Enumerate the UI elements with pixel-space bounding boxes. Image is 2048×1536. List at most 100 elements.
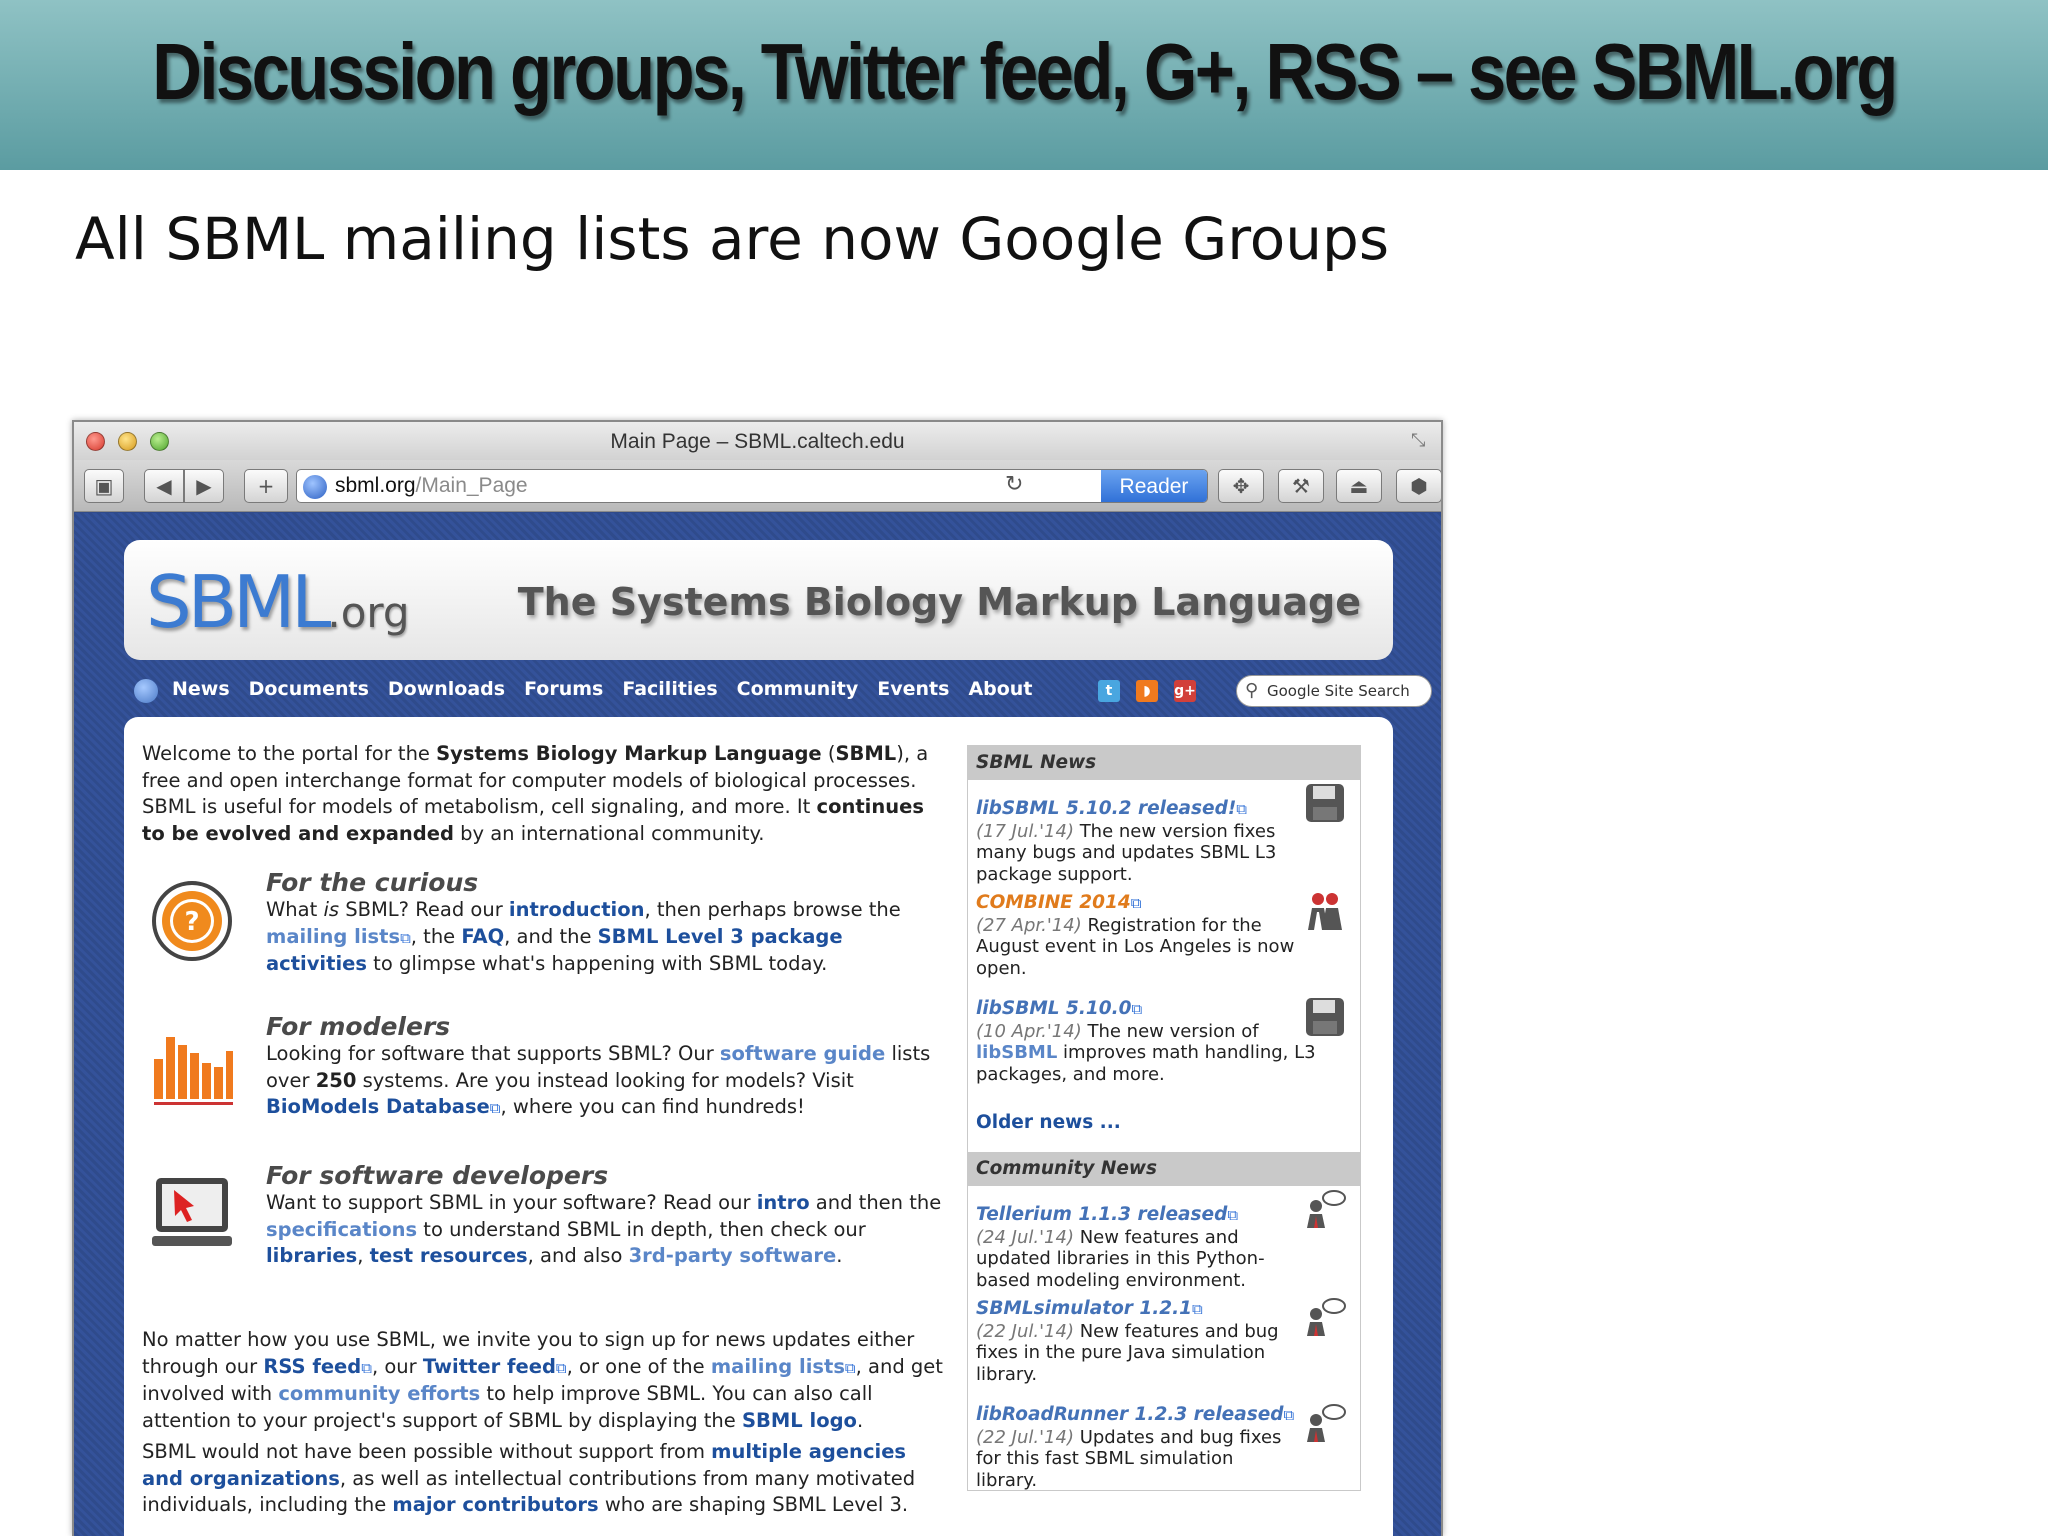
nav-links: News Documents Downloads Forums Faciliti… — [172, 678, 1032, 700]
shield-icon: ⬢ — [1410, 474, 1428, 498]
news-date: (10 Apr.'14) — [976, 1020, 1082, 1042]
nav-downloads[interactable]: Downloads — [388, 678, 505, 700]
add-bookmark-icon: + — [257, 474, 275, 498]
floppy-disk-icon — [1306, 998, 1344, 1036]
support-text: SBML would not have been possible withou… — [142, 1440, 712, 1463]
news-item: libSBML 5.10.0⧉ (10 Apr.'14) The new ver… — [968, 994, 1360, 1112]
svg-text:?: ? — [184, 907, 199, 937]
nav-about[interactable]: About — [968, 678, 1032, 700]
feature-developers-title: For software developers — [266, 1161, 609, 1190]
nav-community[interactable]: Community — [737, 678, 859, 700]
support-text: who are shaping SBML Level 3. — [598, 1493, 909, 1516]
major-contributors-link[interactable]: major contributors — [392, 1493, 598, 1516]
mailing-lists-link[interactable]: mailing lists — [711, 1355, 845, 1378]
feature-text: , and also — [527, 1244, 629, 1267]
news-title-link[interactable]: COMBINE 2014 — [976, 892, 1131, 913]
software-guide-link[interactable]: software guide — [720, 1042, 885, 1065]
feature-text: , then perhaps browse the — [644, 898, 901, 921]
bar-chart-icon — [154, 1037, 233, 1105]
sidebar-toggle-button[interactable]: ▣ — [84, 469, 124, 503]
web-page: SBML.org The Systems Biology Markup Lang… — [74, 513, 1441, 1536]
specifications-link[interactable]: specifications — [266, 1218, 417, 1241]
hammer-icon: ⚒ — [1292, 474, 1310, 498]
intro-text: ( — [821, 742, 836, 765]
extension-button[interactable]: ✥ — [1218, 469, 1264, 503]
news-date: (24 Jul.'14) — [976, 1226, 1074, 1248]
signup-text: , or one of the — [566, 1354, 711, 1378]
person-speech-icon — [1307, 1298, 1346, 1336]
feature-text: , where you can find hundreds! — [500, 1095, 805, 1118]
feature-text: Looking for software that supports SBML?… — [266, 1042, 720, 1065]
test-resources-link[interactable]: test resources — [370, 1244, 528, 1267]
clean-icon: ⏏ — [1349, 474, 1369, 498]
intro-link[interactable]: intro — [757, 1191, 810, 1214]
site-banner: SBML.org The Systems Biology Markup Lang… — [124, 540, 1393, 660]
libsbml-link[interactable]: libSBML — [976, 1042, 1057, 1063]
nav-documents[interactable]: Documents — [249, 678, 369, 700]
intro-text: Welcome to the portal for the — [142, 742, 437, 765]
nav-news[interactable]: News — [172, 678, 230, 700]
news-title-link[interactable]: libSBML 5.10.2 released! — [976, 798, 1236, 819]
forward-button[interactable]: ▶ — [184, 469, 224, 503]
mailing-lists-link[interactable]: mailing lists — [266, 925, 400, 948]
back-button[interactable]: ◀ — [144, 469, 184, 503]
nav-facilities[interactable]: Facilities — [622, 678, 717, 700]
slide: Discussion groups, Twitter feed, G+, RSS… — [0, 0, 2048, 1536]
news-sidebar: SBML News libSBML 5.10.2 released!⧉ (17 … — [967, 745, 1361, 1491]
clean-button[interactable]: ⏏ — [1336, 469, 1382, 503]
intro-paragraph: Welcome to the portal for the Systems Bi… — [142, 741, 947, 847]
address-url: sbml.org/Main_Page — [335, 474, 528, 498]
community-news-title-link[interactable]: libRoadRunner 1.2.3 released — [976, 1404, 1284, 1425]
sidebar-toggle-icon: ▣ — [94, 474, 114, 498]
external-link-icon: ⧉ — [1130, 894, 1142, 912]
news-date: (17 Jul.'14) — [976, 820, 1074, 842]
fullscreen-icon[interactable]: ⤡ — [1411, 430, 1431, 451]
feature-modelers-title: For modelers — [266, 1012, 451, 1041]
add-bookmark-button[interactable]: + — [244, 469, 288, 503]
sbml-logo[interactable]: SBML.org — [146, 560, 410, 644]
biomodels-link[interactable]: BioModels Database — [266, 1095, 490, 1118]
older-news-link[interactable]: Older news ... — [976, 1112, 1121, 1133]
introduction-link[interactable]: introduction — [509, 898, 645, 921]
feature-text: , and the — [504, 924, 598, 948]
hammer-button[interactable]: ⚒ — [1278, 469, 1324, 503]
sbml-logo-link[interactable]: SBML logo — [742, 1409, 857, 1432]
libraries-link[interactable]: libraries — [266, 1244, 357, 1267]
rss-icon[interactable]: ◗ — [1136, 680, 1158, 702]
shield-button[interactable]: ⬢ — [1396, 469, 1441, 503]
feature-text: and then the — [809, 1191, 942, 1214]
community-news-title-link[interactable]: Tellerium 1.1.3 released — [976, 1204, 1227, 1225]
feature-modelers-body: For modelers Looking for software that s… — [266, 1013, 946, 1122]
address-path: /Main_Page — [415, 474, 528, 497]
site-search-input[interactable]: ⚲ Google Site Search — [1236, 675, 1432, 707]
community-efforts-link[interactable]: community efforts — [278, 1382, 480, 1405]
external-link-icon: ⧉ — [1236, 800, 1247, 818]
signup-text: , our — [371, 1354, 423, 1378]
google-plus-icon[interactable]: g+ — [1174, 680, 1196, 702]
people-icon — [1308, 893, 1342, 930]
news-title-link[interactable]: libSBML 5.10.0 — [976, 998, 1132, 1019]
third-party-software-link[interactable]: 3rd-party software — [629, 1244, 837, 1267]
home-icon[interactable] — [134, 679, 158, 703]
slide-subtitle: All SBML mailing lists are now Google Gr… — [75, 205, 1390, 273]
rss-feed-link[interactable]: RSS feed — [263, 1355, 361, 1378]
banner-title: The Systems Biology Markup Language — [517, 580, 1361, 624]
reload-icon[interactable]: ↻ — [1005, 472, 1023, 497]
feature-text-italic: is — [323, 898, 340, 921]
twitter-icon[interactable]: t — [1098, 680, 1120, 702]
faq-link[interactable]: FAQ — [461, 925, 504, 948]
intro-text: by an international community. — [453, 821, 765, 845]
news-text: The new version of — [1081, 1020, 1259, 1042]
reader-button[interactable]: Reader — [1101, 470, 1207, 502]
community-news-title-link[interactable]: SBMLsimulator 1.2.1 — [976, 1298, 1192, 1319]
address-bar[interactable]: sbml.org/Main_Page ↻ Reader — [296, 469, 1208, 503]
feature-text: What — [266, 898, 324, 921]
feature-curious-title: For the curious — [266, 868, 479, 897]
question-mark-icon: ? — [152, 881, 232, 961]
nav-events[interactable]: Events — [877, 678, 949, 700]
nav-forums[interactable]: Forums — [524, 678, 603, 700]
external-link-icon: ⧉ — [1192, 1300, 1203, 1318]
twitter-feed-link[interactable]: Twitter feed — [423, 1355, 556, 1378]
external-link-icon: ⧉ — [361, 1358, 372, 1377]
logo-main: SBML — [146, 560, 331, 644]
